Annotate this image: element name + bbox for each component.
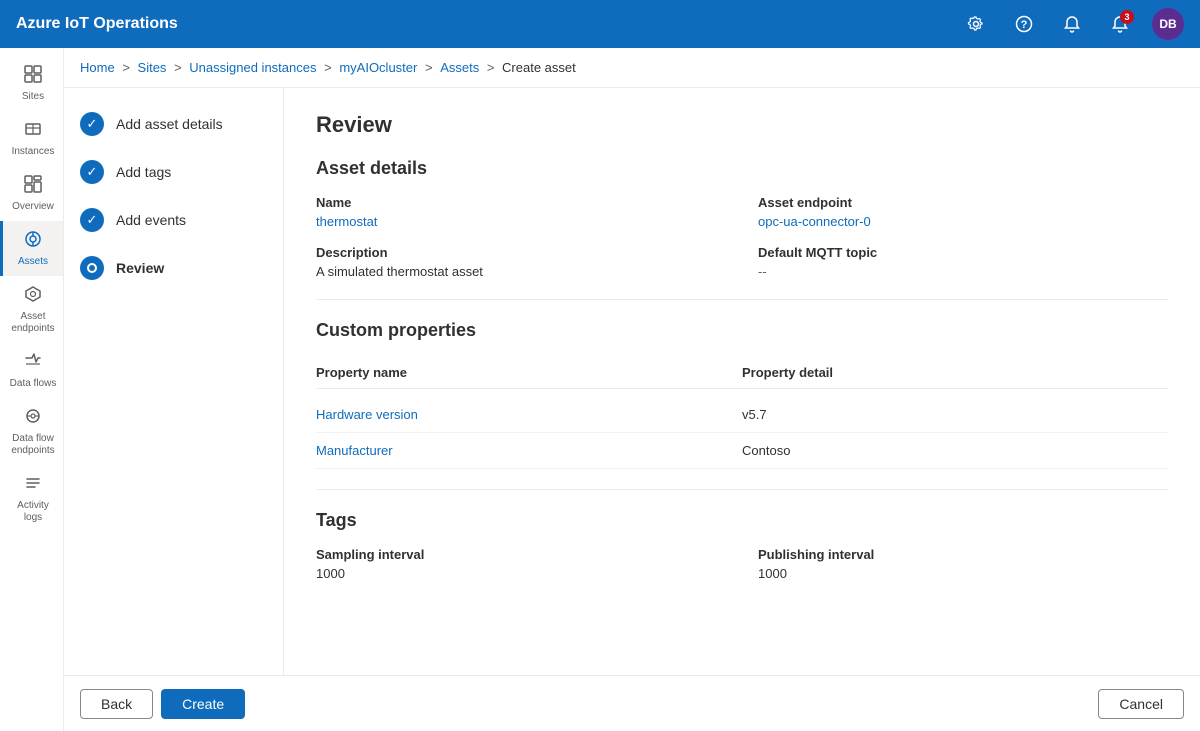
sites-icon — [23, 64, 43, 87]
property-name-header: Property name — [316, 365, 742, 380]
divider-2 — [316, 489, 1168, 490]
sidebar-item-assets[interactable]: Assets — [0, 221, 63, 276]
activity-logs-icon — [23, 473, 43, 496]
default-mqtt-value: -- — [758, 264, 1168, 279]
tags-grid: Sampling interval 1000 Publishing interv… — [316, 547, 1168, 581]
sidebar-item-data-flow-endpoints[interactable]: Data flow endpoints — [0, 398, 63, 465]
app-title: Azure IoT Operations — [16, 15, 960, 33]
breadcrumb-unassigned-instances[interactable]: Unassigned instances — [189, 60, 316, 75]
breadcrumb: Home > Sites > Unassigned instances > my… — [64, 48, 1200, 88]
breadcrumb-current: Create asset — [502, 60, 576, 75]
property-detail-1: v5.7 — [742, 407, 1168, 422]
property-detail-2: Contoso — [742, 443, 1168, 458]
back-button[interactable]: Back — [80, 689, 153, 719]
table-row: Hardware version v5.7 — [316, 397, 1168, 433]
step-label-add-asset-details: Add asset details — [116, 116, 223, 132]
main-layout: Sites Instances Overview — [0, 48, 1200, 731]
description-field: Description A simulated thermostat asset — [316, 245, 726, 279]
asset-details-grid: Name thermostat Asset endpoint opc-ua-co… — [316, 195, 1168, 279]
sidebar-item-data-flows[interactable]: Data flows — [0, 343, 63, 398]
custom-properties-title: Custom properties — [316, 320, 1168, 341]
footer-right: Cancel — [1098, 689, 1184, 719]
sidebar-item-overview[interactable]: Overview — [0, 166, 63, 221]
help-button[interactable]: ? — [1008, 8, 1040, 40]
step-add-events[interactable]: ✓ Add events — [80, 208, 267, 232]
user-avatar[interactable]: DB — [1152, 8, 1184, 40]
steps-panel: ✓ Add asset details ✓ Add tags ✓ Add eve… — [64, 88, 284, 675]
step-label-review: Review — [116, 260, 164, 276]
breadcrumb-home[interactable]: Home — [80, 60, 115, 75]
svg-text:?: ? — [1021, 19, 1028, 31]
step-label-add-events: Add events — [116, 212, 186, 228]
tags-title: Tags — [316, 510, 1168, 531]
table-row: Manufacturer Contoso — [316, 433, 1168, 469]
custom-properties-header: Property name Property detail — [316, 357, 1168, 389]
sidebar-item-activity-logs[interactable]: Activity logs — [0, 465, 63, 532]
sidebar-sites-label: Sites — [22, 91, 44, 103]
review-main-title: Review — [316, 112, 1168, 138]
sidebar-asset-endpoints-label: Asset endpoints — [7, 311, 59, 335]
create-button[interactable]: Create — [161, 689, 245, 719]
step-circle-add-asset-details: ✓ — [80, 112, 104, 136]
step-review[interactable]: Review — [80, 256, 267, 280]
name-value: thermostat — [316, 214, 726, 229]
settings-button[interactable] — [960, 8, 992, 40]
sidebar-assets-label: Assets — [18, 256, 48, 268]
breadcrumb-assets[interactable]: Assets — [440, 60, 479, 75]
step-circle-add-tags: ✓ — [80, 160, 104, 184]
sidebar-overview-label: Overview — [12, 201, 54, 213]
property-detail-header: Property detail — [742, 365, 1168, 380]
sidebar-instances-label: Instances — [12, 146, 55, 158]
asset-endpoint-field: Asset endpoint opc-ua-connector-0 — [758, 195, 1168, 229]
asset-endpoint-value: opc-ua-connector-0 — [758, 214, 1168, 229]
name-label: Name — [316, 195, 726, 210]
review-panel: Review Asset details Name thermostat Ass… — [284, 88, 1200, 675]
step-add-tags[interactable]: ✓ Add tags — [80, 160, 267, 184]
data-flow-endpoints-icon — [23, 406, 43, 429]
sampling-interval-field: Sampling interval 1000 — [316, 547, 726, 581]
notification-count: 3 — [1120, 10, 1134, 24]
asset-endpoint-label: Asset endpoint — [758, 195, 1168, 210]
asset-details-title: Asset details — [316, 158, 1168, 179]
sidebar-item-instances[interactable]: Instances — [0, 111, 63, 166]
asset-endpoints-icon — [23, 284, 43, 307]
overview-icon — [23, 174, 43, 197]
cancel-button[interactable]: Cancel — [1098, 689, 1184, 719]
sidebar-item-asset-endpoints[interactable]: Asset endpoints — [0, 276, 63, 343]
assets-icon — [23, 229, 43, 252]
alerts-button[interactable]: 3 — [1104, 8, 1136, 40]
data-flows-icon — [23, 351, 43, 374]
inner-layout: ✓ Add asset details ✓ Add tags ✓ Add eve… — [64, 88, 1200, 675]
top-nav-icons: ? 3 DB — [960, 8, 1184, 40]
property-name-2: Manufacturer — [316, 443, 742, 458]
step-circle-add-events: ✓ — [80, 208, 104, 232]
sampling-interval-value: 1000 — [316, 566, 726, 581]
notification-bell-button[interactable] — [1056, 8, 1088, 40]
sidebar-activity-logs-label: Activity logs — [7, 500, 59, 524]
sidebar: Sites Instances Overview — [0, 48, 64, 731]
description-value: A simulated thermostat asset — [316, 264, 726, 279]
instances-icon — [23, 119, 43, 142]
content-area: Home > Sites > Unassigned instances > my… — [64, 48, 1200, 731]
default-mqtt-field: Default MQTT topic -- — [758, 245, 1168, 279]
name-field: Name thermostat — [316, 195, 726, 229]
step-add-asset-details[interactable]: ✓ Add asset details — [80, 112, 267, 136]
description-label: Description — [316, 245, 726, 260]
divider-1 — [316, 299, 1168, 300]
footer: Back Create Cancel — [64, 675, 1200, 731]
breadcrumb-cluster[interactable]: myAIOcluster — [339, 60, 417, 75]
default-mqtt-label: Default MQTT topic — [758, 245, 1168, 260]
publishing-interval-label: Publishing interval — [758, 547, 1168, 562]
step-circle-review — [80, 256, 104, 280]
publishing-interval-field: Publishing interval 1000 — [758, 547, 1168, 581]
sidebar-data-flows-label: Data flows — [10, 378, 57, 390]
step-label-add-tags: Add tags — [116, 164, 171, 180]
property-name-1: Hardware version — [316, 407, 742, 422]
sampling-interval-label: Sampling interval — [316, 547, 726, 562]
publishing-interval-value: 1000 — [758, 566, 1168, 581]
top-navigation: Azure IoT Operations ? 3 — [0, 0, 1200, 48]
breadcrumb-sites[interactable]: Sites — [138, 60, 167, 75]
sidebar-data-flow-endpoints-label: Data flow endpoints — [7, 433, 59, 457]
sidebar-item-sites[interactable]: Sites — [0, 56, 63, 111]
